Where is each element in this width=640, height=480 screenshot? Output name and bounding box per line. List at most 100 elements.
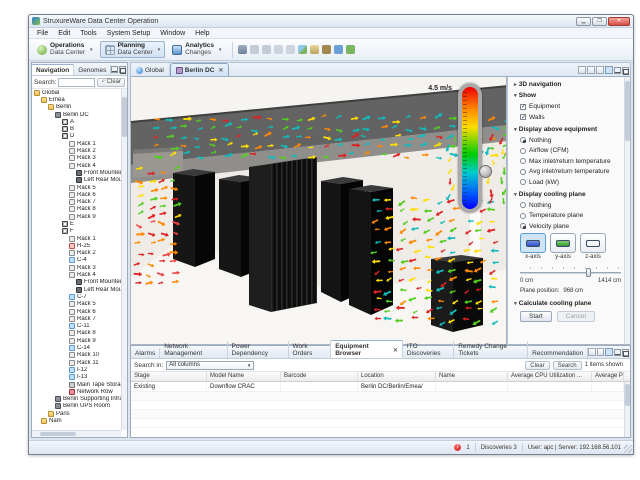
tree-item[interactable]: Rack 2 xyxy=(32,250,121,257)
radio-icon[interactable] xyxy=(520,137,526,143)
tree-item[interactable]: Front Mounted xyxy=(32,169,121,176)
layout-list-icon[interactable] xyxy=(587,66,595,74)
radio-icon[interactable] xyxy=(520,223,526,229)
menu-item[interactable]: Window xyxy=(155,30,190,37)
layout-grid-icon[interactable] xyxy=(578,66,586,74)
tree-item[interactable]: Rack 3 xyxy=(32,264,121,271)
cooling-plane-radio[interactable]: Velocity plane xyxy=(520,223,625,230)
legend-knob[interactable] xyxy=(479,165,492,178)
section-cooling-plane[interactable]: ▾Display cooling plane xyxy=(514,191,625,198)
title-bar[interactable]: StruxureWare Data Center Operation ▁ ❐ ✕ xyxy=(29,15,633,28)
tree-item[interactable]: Rack 1 xyxy=(32,140,121,147)
tree-item[interactable]: Rack 7 xyxy=(32,315,121,322)
start-button[interactable]: Start xyxy=(520,311,552,322)
error-icon[interactable]: ! xyxy=(454,444,461,451)
export-table-icon[interactable] xyxy=(597,348,605,356)
tree-item[interactable]: Paris xyxy=(32,410,121,417)
column-header[interactable]: Average CPU Utilization ... xyxy=(508,372,592,381)
panel-minimize-icon[interactable] xyxy=(614,349,621,356)
tree-item[interactable]: Rack 5 xyxy=(32,301,121,308)
tree-item[interactable]: H-25 xyxy=(32,242,121,249)
tree-horizontal-scrollbar[interactable] xyxy=(32,430,121,437)
tree-item[interactable]: C-11 xyxy=(32,323,121,330)
bottom-tab[interactable]: Equipment Browser ✕ xyxy=(331,340,403,358)
minimize-button[interactable]: ▁ xyxy=(576,17,591,26)
bottom-tab[interactable]: Work Orders ✕ xyxy=(289,341,332,358)
perspective-button[interactable]: Analytics Changes ▾ xyxy=(167,41,226,58)
toolbar-icon[interactable] xyxy=(334,45,343,54)
chevron-down-icon[interactable]: ▾ xyxy=(90,47,93,53)
tree-item[interactable]: Rack 4 xyxy=(32,271,121,278)
monitor-icon[interactable] xyxy=(605,348,613,356)
panel-maximize-icon[interactable] xyxy=(622,349,629,356)
column-header[interactable]: Average Pow... xyxy=(592,372,624,381)
view-minimize-icon[interactable] xyxy=(111,66,118,73)
menu-item[interactable]: System Setup xyxy=(102,30,156,37)
bottom-tab[interactable]: Power Dependency ✕ xyxy=(228,341,289,358)
show-checkbox[interactable]: Walls xyxy=(520,114,625,121)
options-scrollbar[interactable] xyxy=(624,77,630,344)
tree-item[interactable]: D xyxy=(32,133,121,140)
tree-item[interactable]: C-4 xyxy=(32,257,121,264)
bottom-tab[interactable]: Alarms ✕ xyxy=(131,348,160,358)
tree-item[interactable]: Nam xyxy=(32,417,121,424)
tree-item[interactable]: Rack 5 xyxy=(32,184,121,191)
cooling-plane-radio[interactable]: Temperature plane xyxy=(520,212,625,219)
chevron-down-icon[interactable]: ▾ xyxy=(158,47,161,53)
tree-item[interactable]: Left Rear Moun xyxy=(32,286,121,293)
menu-item[interactable]: Tools xyxy=(75,30,101,37)
tree-item[interactable]: I-13 xyxy=(32,374,121,381)
tree-item[interactable]: Rack 10 xyxy=(32,352,121,359)
close-tab-icon[interactable]: ✕ xyxy=(393,347,398,354)
tree-item[interactable]: Front Mounted xyxy=(32,279,121,286)
column-header[interactable]: Barcode xyxy=(281,372,358,381)
close-tab-icon[interactable]: ✕ xyxy=(218,67,223,74)
display-above-radio[interactable]: Load (kW) xyxy=(520,179,625,186)
tree-item[interactable]: Berlin DC xyxy=(32,111,121,118)
section-3d-navigation[interactable]: ▸3D navigation xyxy=(514,81,625,88)
perspective-button[interactable]: Operations Data Center ▾ xyxy=(32,41,98,58)
radio-icon[interactable] xyxy=(520,158,526,164)
toolbar-icon[interactable] xyxy=(298,45,307,54)
editor-tab[interactable]: Global ✕ xyxy=(131,63,170,76)
section-show[interactable]: ▾Show xyxy=(514,92,625,99)
table-row[interactable]: ExistingDownflow CRACBerlin DC/Berlin/Em… xyxy=(131,382,630,392)
maximize-button[interactable]: ❐ xyxy=(592,17,607,26)
3d-viewport[interactable]: 4.5 m/s xyxy=(130,77,507,345)
cooling-plane-radio[interactable]: Nothing xyxy=(520,202,625,209)
tree-item[interactable]: Left Rear Moun xyxy=(32,177,121,184)
column-header[interactable]: Model Name xyxy=(207,372,281,381)
checkbox-icon[interactable] xyxy=(520,104,526,110)
tree-item[interactable]: Emea xyxy=(32,96,121,103)
chevron-down-icon[interactable]: ▾ xyxy=(219,47,222,53)
cancel-button[interactable]: Cancel xyxy=(557,311,595,322)
view-maximize-icon[interactable] xyxy=(119,66,126,73)
tree-item[interactable]: Rack 2 xyxy=(32,147,121,154)
column-header[interactable]: Name xyxy=(436,372,508,381)
menu-item[interactable]: Edit xyxy=(53,30,75,37)
editor-maximize-icon[interactable] xyxy=(622,67,629,74)
tree-item[interactable]: Rack 1 xyxy=(32,235,121,242)
section-calculate[interactable]: ▾Calculate cooling plane xyxy=(514,300,625,307)
tree-item[interactable]: Rack 9 xyxy=(32,337,121,344)
navigation-tab[interactable]: Navigation xyxy=(32,64,74,75)
radio-icon[interactable] xyxy=(520,213,526,219)
display-above-radio[interactable]: Airflow (CFM) xyxy=(520,147,625,154)
checkbox-icon[interactable] xyxy=(520,114,526,120)
layout-3d-icon[interactable] xyxy=(605,66,613,74)
tree-item[interactable]: Rack 7 xyxy=(32,198,121,205)
axis-button[interactable] xyxy=(550,233,576,253)
bottom-tab[interactable]: Recommendation ✕ xyxy=(528,348,588,358)
toolbar-icon[interactable] xyxy=(286,45,295,54)
editor-tab[interactable]: Berlin DC ✕ xyxy=(170,63,230,76)
column-header[interactable]: Location xyxy=(358,372,436,381)
column-header[interactable]: Stage xyxy=(131,372,207,381)
tree-item[interactable]: Rack 4 xyxy=(32,162,121,169)
radio-icon[interactable] xyxy=(520,179,526,185)
menu-item[interactable]: File xyxy=(32,30,53,37)
tree-item[interactable]: Berlin xyxy=(32,104,121,111)
bottom-tab[interactable]: ITO Discoveries ✕ xyxy=(403,341,454,358)
tree-item[interactable]: Rack 6 xyxy=(32,308,121,315)
tree-item[interactable]: Network Row xyxy=(32,388,121,395)
tree-item[interactable]: Berlin Supporting Infrastru xyxy=(32,395,121,402)
